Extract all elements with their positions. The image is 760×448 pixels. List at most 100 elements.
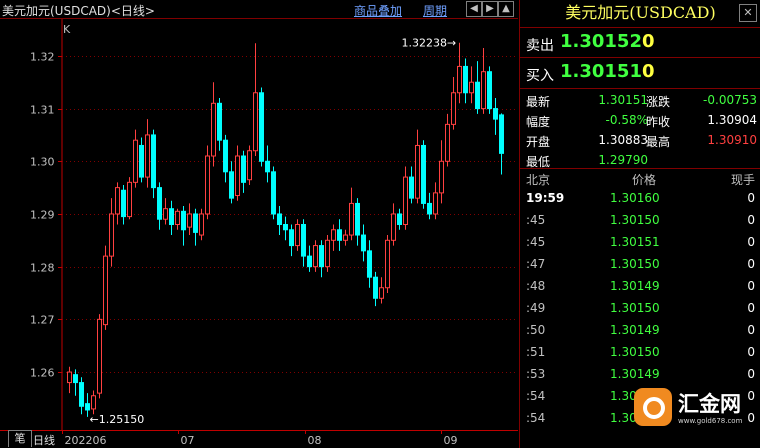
- buy-price: 1.30151: [560, 61, 642, 82]
- tick-qty: 0: [747, 301, 755, 315]
- buy-volume: 0: [642, 61, 655, 82]
- stats-row: 幅度 -0.58% 昨收 1.30904: [520, 111, 760, 131]
- candle-body: [313, 245, 318, 268]
- candle-body: [451, 92, 456, 125]
- candle-body: [409, 176, 414, 199]
- y-tick-label: 1.27: [30, 314, 55, 327]
- arrow-right-icon[interactable]: ▶: [482, 1, 498, 17]
- tick-time: :54: [526, 389, 546, 403]
- tick-price: 1.30160: [610, 191, 660, 205]
- candle-body: [199, 213, 204, 236]
- tick-list[interactable]: 北京 价格 现手 19:59 1.30160 0:45 1.30150 0:45 1.30…: [520, 168, 760, 425]
- candle-body: [439, 160, 444, 194]
- candle-body: [205, 155, 210, 215]
- candle-body: [379, 287, 384, 299]
- tick-price: 1.30149: [610, 279, 660, 293]
- tick-qty: 0: [747, 367, 755, 381]
- candle-body: [121, 189, 126, 218]
- tick-time: :48: [526, 279, 546, 293]
- tick-row: :45 1.30150 0: [520, 213, 760, 235]
- candle-body: [133, 139, 138, 183]
- tick-price: 1.30150: [610, 345, 660, 359]
- stat-label: 开盘: [526, 135, 551, 149]
- sell-quote: 卖出 1.30152 0: [520, 27, 760, 58]
- tick-qty: 0: [747, 191, 755, 205]
- candle-body: [79, 382, 84, 407]
- candle-body: [307, 255, 312, 268]
- candle-body: [229, 171, 234, 199]
- candle-body: [97, 318, 102, 394]
- candle-body: [193, 213, 198, 233]
- candle-body: [325, 239, 330, 268]
- candle-body: [187, 213, 192, 228]
- stat-label: 涨跌: [646, 95, 671, 109]
- sell-label: 卖出: [526, 38, 554, 54]
- candle-body: [211, 102, 216, 157]
- candle-body: [259, 92, 264, 162]
- candle-body: [463, 65, 468, 94]
- candle-body: [349, 202, 354, 236]
- stats-row: 最新 1.30151 涨跌 -0.00753: [520, 91, 760, 111]
- arrow-left-icon[interactable]: ◀: [466, 1, 482, 17]
- candle-body: [67, 371, 72, 384]
- candle-body: [109, 213, 114, 257]
- candle-body: [433, 192, 438, 215]
- candle-body: [241, 155, 246, 183]
- candle-body: [151, 134, 156, 189]
- y-tick-label: 1.31: [30, 104, 55, 117]
- candle-body: [391, 213, 396, 241]
- tick-qty: 0: [747, 345, 755, 359]
- candlestick-chart[interactable]: K 1.26 1.27 1.28 1.29 1.30 1.31 1.32 1.32238→ ←1.…: [0, 19, 518, 448]
- candle-body: [223, 139, 228, 173]
- tick-header-time: 北京: [526, 173, 551, 187]
- stats-row: 开盘 1.30883 最高 1.30910: [520, 131, 760, 151]
- stat-value: 1.30883: [598, 133, 648, 147]
- tick-price: 1.30: [610, 389, 637, 403]
- tick-time: 19:59: [526, 191, 565, 205]
- tick-price: 1.30149: [610, 367, 660, 381]
- candle-body: [115, 187, 120, 215]
- close-icon[interactable]: ✕: [739, 4, 757, 22]
- candle-body: [271, 171, 276, 215]
- x-tick-label: 202206: [65, 434, 107, 447]
- candle-body: [421, 144, 426, 204]
- buy-label: 买入: [526, 68, 554, 84]
- chart-title: 美元加元(USDCAD)<日线>: [2, 4, 155, 18]
- tick-row: :45 1.30151 0: [520, 235, 760, 257]
- y-tick-label: 1.26: [30, 367, 55, 380]
- tick-time: :53: [526, 367, 546, 381]
- candle-body: [217, 102, 222, 141]
- tick-row: :49 1.30150 0: [520, 301, 760, 323]
- candle-body: [247, 150, 252, 181]
- candle-body: [163, 208, 168, 220]
- candle-body: [169, 208, 174, 225]
- candle-body: [235, 155, 240, 197]
- x-tick-label: 08: [308, 434, 322, 447]
- candle-body: [397, 213, 402, 225]
- tick-time: :47: [526, 257, 546, 271]
- tick-qty: 0: [747, 235, 755, 249]
- candle-body: [331, 229, 336, 241]
- candle-body: [385, 239, 390, 289]
- y-tick-label: 1.28: [30, 262, 55, 275]
- tab-trades[interactable]: 笔: [8, 430, 32, 447]
- overlay-link[interactable]: 商品叠加: [354, 2, 402, 19]
- arrow-up-icon[interactable]: ▲: [498, 1, 514, 17]
- logo-name: 汇金网: [678, 392, 741, 416]
- stat-label: 昨收: [646, 115, 671, 129]
- sell-price: 1.30152: [560, 31, 642, 52]
- logo-url: www.gold678.com: [678, 417, 743, 425]
- tick-header: 北京 价格 现手: [520, 171, 760, 191]
- candle-body: [319, 245, 324, 268]
- period-link[interactable]: 周期: [423, 2, 447, 19]
- candle-body: [361, 234, 366, 252]
- x-tick-label: 07: [181, 434, 195, 447]
- candle-body: [301, 224, 306, 257]
- stats-table: 最新 1.30151 涨跌 -0.00753 幅度 -0.58% 昨收 1.30904 开盘 1.…: [520, 88, 760, 169]
- tick-qty: 0: [747, 279, 755, 293]
- stat-label: 幅度: [526, 115, 551, 129]
- tick-row: :48 1.30149 0: [520, 279, 760, 301]
- tick-time: :49: [526, 301, 546, 315]
- candle-body: [487, 71, 492, 110]
- y-tick-label: 1.30: [30, 156, 55, 169]
